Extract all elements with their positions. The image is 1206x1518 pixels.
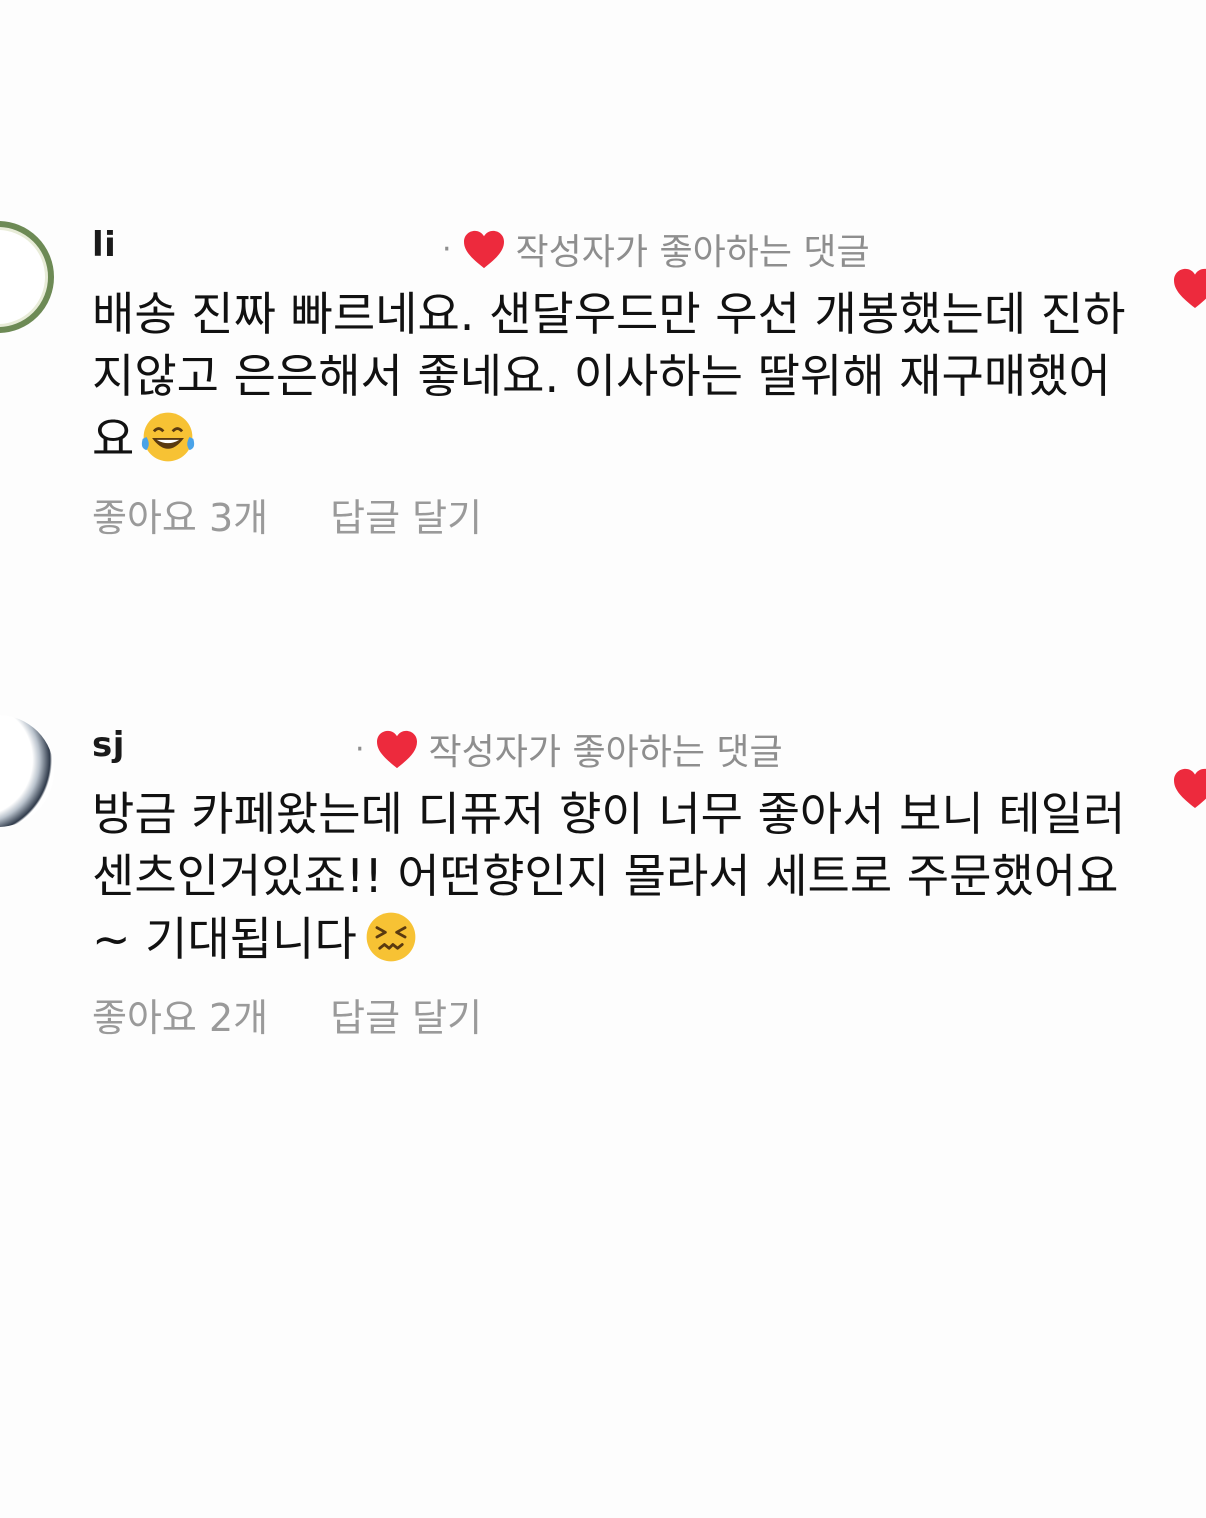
comment-username[interactable]: sj [92,725,125,765]
comment-actions: 좋아요 3개 답글 달기 [92,487,482,542]
comment-body: 배송 진짜 빠르네요. 샌달우드만 우선 개봉했는데 진하지않고 은은해서 좋네… [92,283,1132,470]
avatar[interactable] [0,715,54,827]
heart-icon [376,730,417,769]
reply-button[interactable]: 답글 달기 [330,487,482,542]
separator-dot: · [355,731,365,767]
tears-of-joy-emoji-icon [142,412,195,462]
heart-icon[interactable] [1172,767,1206,809]
author-liked-badge: · 작성자가 좋아하는 댓글 [355,723,783,775]
comment-text: 배송 진짜 빠르네요. 샌달우드만 우선 개봉했는데 진하지않고 은은해서 좋네… [92,287,1126,466]
author-liked-label: 작성자가 좋아하는 댓글 [515,232,870,273]
author-liked-badge: · 작성자가 좋아하는 댓글 [442,223,870,275]
confounded-face-emoji-icon [366,912,416,962]
comment-body: 방금 카페왔는데 디퓨저 향이 너무 좋아서 보니 테일러센츠인거있죠!! 어떤… [92,783,1132,970]
comment-username[interactable]: li [92,225,116,265]
heart-icon [463,230,504,269]
comment-text: 방금 카페왔는데 디퓨저 향이 너무 좋아서 보니 테일러센츠인거있죠!! 어떤… [92,787,1126,966]
separator-dot: · [442,231,452,267]
reply-button[interactable]: 답글 달기 [330,987,482,1042]
likes-count[interactable]: 좋아요 3개 [92,487,268,542]
author-liked-label: 작성자가 좋아하는 댓글 [428,732,783,773]
comment-actions: 좋아요 2개 답글 달기 [92,987,482,1042]
heart-icon[interactable] [1172,267,1206,309]
avatar[interactable] [0,221,54,333]
likes-count[interactable]: 좋아요 2개 [92,987,268,1042]
